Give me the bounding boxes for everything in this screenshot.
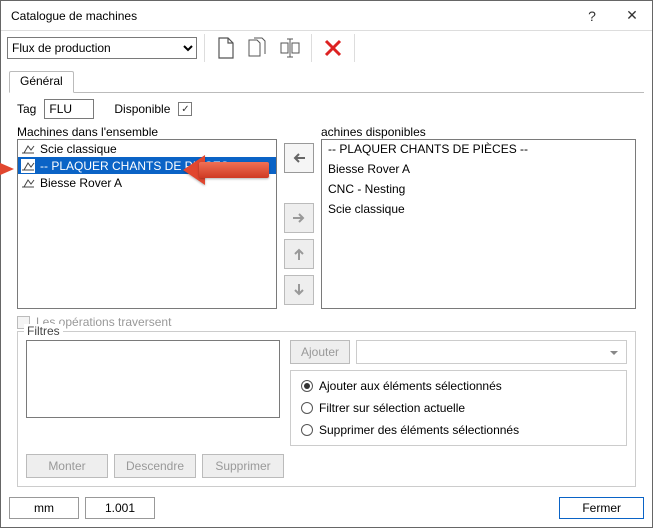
ops-traversent-row: Les opérations traversent — [17, 315, 636, 329]
tag-input[interactable] — [44, 99, 94, 119]
ensemble-item[interactable]: Scie classique — [18, 140, 276, 157]
radio-icon — [301, 380, 313, 392]
disponibles-listbox[interactable]: -- PLAQUER CHANTS DE PIÈCES -- Biesse Ro… — [321, 139, 636, 309]
status-bar: mm 1.001 Fermer — [9, 497, 644, 519]
ensemble-header: Machines dans l'ensemble — [17, 125, 277, 139]
move-up-button[interactable] — [284, 239, 314, 269]
delete-icon[interactable] — [319, 34, 347, 62]
add-button[interactable] — [284, 143, 314, 173]
tag-label: Tag — [17, 102, 36, 116]
title-bar: Catalogue de machines ? ✕ — [1, 1, 652, 31]
toolbar: Flux de production — [1, 31, 652, 65]
separator — [311, 34, 312, 62]
filtres-listbox[interactable] — [26, 340, 280, 418]
monter-button: Monter — [26, 454, 108, 478]
scale-cell[interactable]: 1.001 — [85, 497, 155, 519]
machine-icon — [21, 142, 35, 156]
radio-row[interactable]: Ajouter aux éléments sélectionnés — [301, 379, 616, 393]
new-doc-icon[interactable] — [212, 34, 240, 62]
help-button[interactable]: ? — [572, 1, 612, 31]
filtre-mode-group: Ajouter aux éléments sélectionnés Filtre… — [290, 370, 627, 446]
general-panel: Tag Disponible ✓ Machines dans l'ensembl… — [9, 93, 644, 487]
ensemble-item-label: Scie classique — [40, 142, 117, 156]
disponibles-column: achines disponibles -- PLAQUER CHANTS DE… — [321, 125, 636, 309]
machine-icon — [21, 176, 35, 190]
ensemble-column: Machines dans l'ensemble Scie classique … — [17, 125, 277, 309]
tab-strip: Général — [9, 71, 644, 93]
disponibles-item[interactable]: Scie classique — [322, 200, 635, 220]
descendre-button: Descendre — [114, 454, 196, 478]
disponible-label: Disponible — [114, 102, 170, 116]
separator — [204, 34, 205, 62]
remove-button[interactable] — [284, 203, 314, 233]
ajouter-button: Ajouter — [290, 340, 350, 364]
lists-area: Machines dans l'ensemble Scie classique … — [17, 125, 636, 309]
disponibles-header: achines disponibles — [321, 125, 636, 139]
radio-icon — [301, 402, 313, 414]
window-title: Catalogue de machines — [11, 9, 572, 23]
machine-icon — [21, 159, 35, 173]
separator — [354, 34, 355, 62]
radio-label: Filtrer sur sélection actuelle — [319, 401, 465, 415]
callout-arrow-left — [0, 162, 14, 176]
radio-label: Supprimer des éléments sélectionnés — [319, 423, 519, 437]
disponibles-item[interactable]: Biesse Rover A — [322, 160, 635, 180]
radio-row[interactable]: Filtrer sur sélection actuelle — [301, 401, 616, 415]
move-down-button[interactable] — [284, 275, 314, 305]
radio-label: Ajouter aux éléments sélectionnés — [319, 379, 502, 393]
flow-select[interactable]: Flux de production — [7, 37, 197, 59]
supprimer-button: Supprimer — [202, 454, 284, 478]
radio-row[interactable]: Supprimer des éléments sélectionnés — [301, 423, 616, 437]
ensemble-item-label: Biesse Rover A — [40, 176, 122, 190]
ensemble-listbox[interactable]: Scie classique -- PLAQUER CHANTS DE PIÈC… — [17, 139, 277, 309]
close-window-button[interactable]: ✕ — [612, 1, 652, 31]
transfer-buttons — [277, 125, 321, 309]
filtres-group: Filtres Ajouter Ajouter aux éléments sél… — [17, 331, 636, 487]
disponible-checkbox[interactable]: ✓ — [178, 102, 192, 116]
rename-icon[interactable] — [276, 34, 304, 62]
disponibles-item[interactable]: -- PLAQUER CHANTS DE PIÈCES -- — [322, 140, 635, 160]
tab-general[interactable]: Général — [9, 71, 74, 93]
unit-cell[interactable]: mm — [9, 497, 79, 519]
filtres-legend: Filtres — [24, 324, 63, 338]
radio-icon — [301, 424, 313, 436]
tag-row: Tag Disponible ✓ — [17, 99, 636, 119]
fermer-button[interactable]: Fermer — [559, 497, 644, 519]
filtre-combo[interactable] — [356, 340, 627, 364]
disponibles-item[interactable]: CNC - Nesting — [322, 180, 635, 200]
copy-doc-icon[interactable] — [244, 34, 272, 62]
